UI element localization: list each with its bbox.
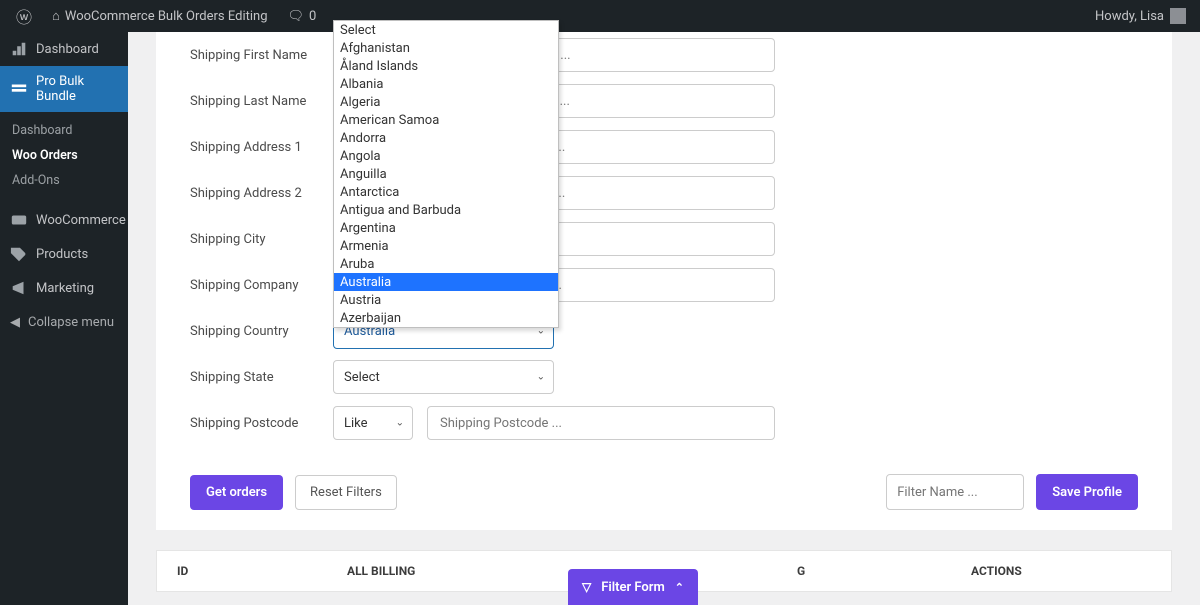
sidebar-item-woocommerce[interactable]: WooCommerce <box>0 203 128 237</box>
sidebar-item-label: Pro Bulk Bundle <box>36 74 118 104</box>
country-option[interactable]: Aruba <box>334 255 558 273</box>
avatar <box>1170 8 1186 24</box>
shipping-postcode-input[interactable] <box>427 406 775 440</box>
th-id[interactable]: ID <box>157 564 347 578</box>
form-label: Shipping First Name <box>190 48 333 63</box>
country-option[interactable]: Bahamas <box>334 327 558 328</box>
sidebar-item-dashboard[interactable]: Dashboard <box>0 32 128 66</box>
row-shipping-postcode: Shipping Postcode Like ⌄ <box>190 400 1138 446</box>
wordpress-icon: ⓦ <box>16 4 32 28</box>
site-title: WooCommerce Bulk Orders Editing <box>65 9 268 24</box>
form-label: Shipping Address 1 <box>190 140 333 155</box>
country-option[interactable]: Armenia <box>334 237 558 255</box>
postcode-like-select[interactable]: Like <box>333 406 413 440</box>
comment-count: 0 <box>309 9 316 24</box>
country-option[interactable]: American Samoa <box>334 111 558 129</box>
filter-form-toggle[interactable]: ▽ Filter Form ⌃ <box>568 569 698 605</box>
sidebar-item-label: Dashboard <box>36 42 99 57</box>
country-option[interactable]: Antigua and Barbuda <box>334 201 558 219</box>
submenu-woo-orders[interactable]: Woo Orders <box>0 143 128 168</box>
country-option[interactable]: Azerbaijan <box>334 309 558 327</box>
woocommerce-icon <box>10 211 28 229</box>
admin-sidebar: Dashboard Pro Bulk Bundle Dashboard Woo … <box>0 32 128 605</box>
save-profile-button[interactable]: Save Profile <box>1036 474 1138 510</box>
adminbar-left: ⓦ ⌂ WooCommerce Bulk Orders Editing 🗨 0 <box>8 0 324 32</box>
country-dropdown-list[interactable]: SelectAfghanistanÅland IslandsAlbaniaAlg… <box>333 20 559 328</box>
content-area: Shipping First NameLike⌄Shipping Last Na… <box>128 32 1200 605</box>
label-shipping-state: Shipping State <box>190 370 333 385</box>
actions-row: Get orders Reset Filters Save Profile <box>190 446 1138 510</box>
label-shipping-postcode: Shipping Postcode <box>190 416 333 431</box>
sidebar-item-products[interactable]: Products <box>0 237 128 271</box>
country-option[interactable]: Anguilla <box>334 165 558 183</box>
label-shipping-country: Shipping Country <box>190 324 333 339</box>
filter-form-label: Filter Form <box>601 580 665 595</box>
admin-bar: ⓦ ⌂ WooCommerce Bulk Orders Editing 🗨 0 … <box>0 0 1200 32</box>
country-option[interactable]: Australia <box>334 273 558 291</box>
collapse-menu[interactable]: ◀ Collapse menu <box>0 305 128 340</box>
dashboard-icon <box>10 40 28 58</box>
site-link[interactable]: ⌂ WooCommerce Bulk Orders Editing <box>44 0 276 32</box>
form-label: Shipping City <box>190 232 333 247</box>
sidebar-submenu: Dashboard Woo Orders Add-Ons <box>0 112 128 203</box>
howdy-text: Howdy, Lisa <box>1095 9 1164 24</box>
country-option[interactable]: Angola <box>334 147 558 165</box>
collapse-label: Collapse menu <box>28 315 114 330</box>
form-label: Shipping Company <box>190 278 333 293</box>
filter-name-input[interactable] <box>886 474 1024 510</box>
th-shipping-tail: G <box>677 564 971 578</box>
sidebar-item-marketing[interactable]: Marketing <box>0 271 128 305</box>
filter-panel: Shipping First NameLike⌄Shipping Last Na… <box>156 32 1172 530</box>
th-actions[interactable]: ACTIONS <box>971 564 1171 578</box>
row-shipping-state: Shipping State Select ⌄ <box>190 354 1138 400</box>
country-option[interactable]: Afghanistan <box>334 39 558 57</box>
reset-filters-button[interactable]: Reset Filters <box>295 475 397 510</box>
form-label: Shipping Last Name <box>190 94 333 109</box>
bundle-icon <box>10 80 28 98</box>
country-option[interactable]: Algeria <box>334 93 558 111</box>
country-option[interactable]: Åland Islands <box>334 57 558 75</box>
form-label: Shipping Address 2 <box>190 186 333 201</box>
submenu-dashboard[interactable]: Dashboard <box>0 118 128 143</box>
comments-link[interactable]: 🗨 0 <box>280 0 325 32</box>
country-option[interactable]: Argentina <box>334 219 558 237</box>
submenu-addons[interactable]: Add-Ons <box>0 168 128 193</box>
country-option[interactable]: Andorra <box>334 129 558 147</box>
country-option[interactable]: Albania <box>334 75 558 93</box>
products-icon <box>10 245 28 263</box>
chevron-up-icon: ⌃ <box>675 581 684 594</box>
adminbar-right[interactable]: Howdy, Lisa <box>1095 8 1192 24</box>
marketing-icon <box>10 279 28 297</box>
comment-icon: 🗨 <box>288 9 305 24</box>
home-icon: ⌂ <box>52 8 60 24</box>
sidebar-item-label: Products <box>36 247 88 262</box>
shipping-state-select[interactable]: Select <box>333 360 554 394</box>
sidebar-item-pro-bulk[interactable]: Pro Bulk Bundle <box>0 66 128 112</box>
filter-icon: ▽ <box>582 580 591 594</box>
wp-logo[interactable]: ⓦ <box>8 0 40 32</box>
country-option[interactable]: Select <box>334 21 558 39</box>
sidebar-item-label: WooCommerce <box>36 213 126 228</box>
sidebar-item-label: Marketing <box>36 281 94 296</box>
get-orders-button[interactable]: Get orders <box>190 475 283 510</box>
country-option[interactable]: Antarctica <box>334 183 558 201</box>
collapse-icon: ◀ <box>10 315 20 330</box>
country-option[interactable]: Austria <box>334 291 558 309</box>
